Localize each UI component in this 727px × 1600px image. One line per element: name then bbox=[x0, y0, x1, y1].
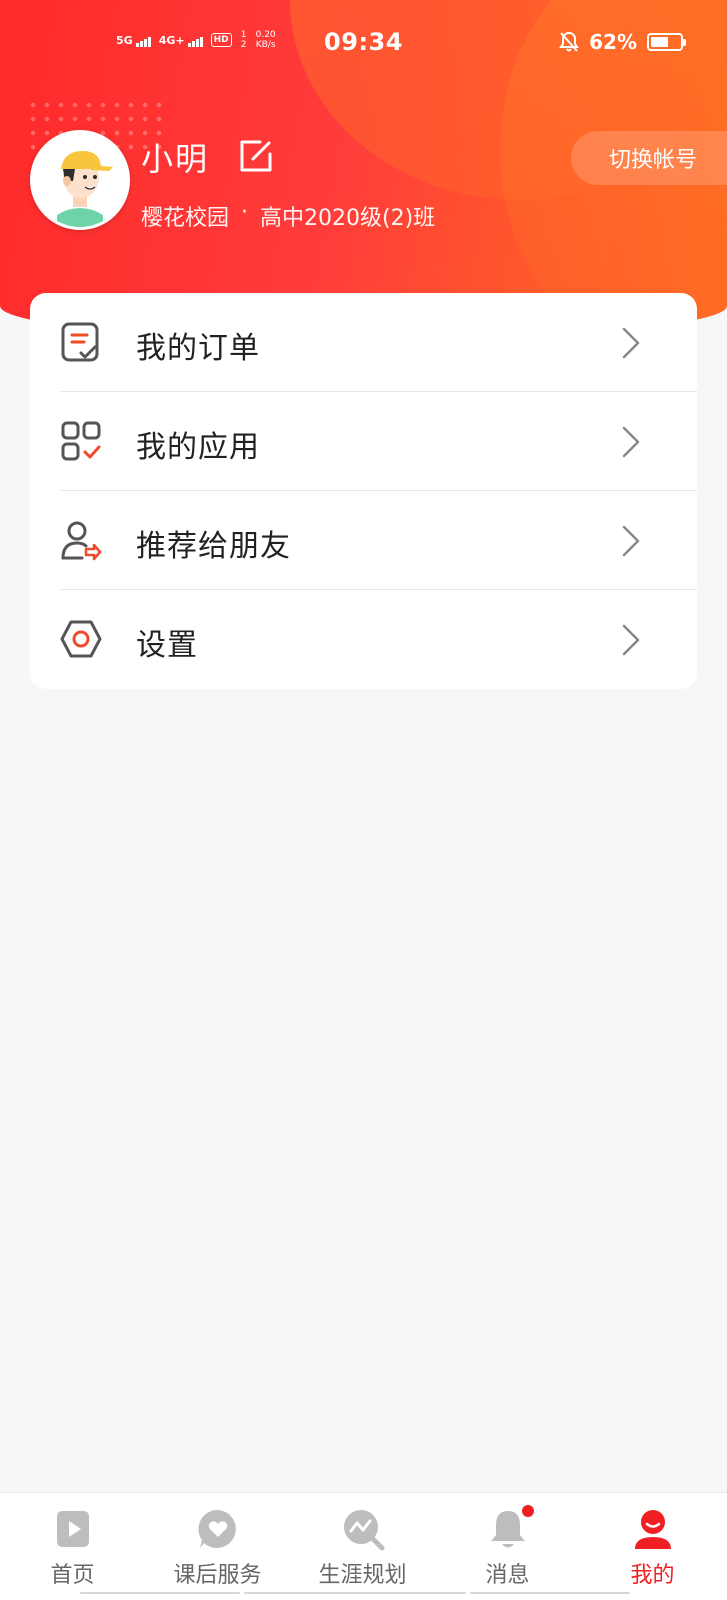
avatar[interactable] bbox=[30, 130, 130, 230]
chevron-right-icon bbox=[622, 426, 640, 458]
chevron-right-icon bbox=[622, 525, 640, 557]
tab-home[interactable]: 首页 bbox=[0, 1493, 145, 1593]
apps-grid-icon bbox=[61, 421, 101, 461]
menu-label: 设置 bbox=[136, 628, 198, 663]
avatar-illustration bbox=[33, 133, 127, 227]
status-right: 62% bbox=[559, 30, 686, 54]
order-list-icon bbox=[61, 322, 99, 362]
school-separator: · bbox=[241, 200, 249, 225]
battery-icon bbox=[647, 33, 686, 51]
menu-item-my-apps[interactable]: 我的应用 bbox=[30, 392, 697, 491]
user-icon bbox=[634, 1510, 671, 1549]
play-home-icon bbox=[56, 1511, 89, 1547]
tab-label: 课后服务 bbox=[173, 1563, 262, 1588]
menu-label: 我的应用 bbox=[136, 430, 260, 465]
switch-account-button[interactable]: 切换帐号 bbox=[571, 131, 727, 185]
battery-level-fill bbox=[651, 37, 669, 47]
menu-item-settings[interactable]: 设置 bbox=[30, 590, 697, 689]
bell-off-icon bbox=[559, 31, 579, 52]
battery-percent: 62% bbox=[589, 30, 637, 54]
tab-after-school-service[interactable]: 课后服务 bbox=[145, 1493, 290, 1593]
status-bar: 5G 4G+ HD 1 2 0.20 KB/s 09:34 62% bbox=[0, 0, 727, 90]
tab-messages[interactable]: 消息 bbox=[435, 1493, 580, 1593]
tab-mine[interactable]: 我的 bbox=[580, 1493, 725, 1593]
tab-label: 首页 bbox=[50, 1563, 95, 1588]
tab-label: 生涯规划 bbox=[318, 1563, 407, 1588]
heart-chat-icon bbox=[197, 1509, 236, 1548]
user-name: 小明 bbox=[141, 140, 210, 178]
menu-item-my-orders[interactable]: 我的订单 bbox=[30, 293, 697, 392]
unread-badge bbox=[519, 1503, 536, 1519]
menu-card: 我的订单 我的应用 推荐给朋友 设置 bbox=[30, 293, 697, 689]
tab-label: 消息 bbox=[485, 1563, 530, 1588]
school-name: 樱花校园 bbox=[141, 206, 230, 231]
tab-label: 我的 bbox=[630, 1563, 675, 1588]
career-search-icon bbox=[343, 1510, 384, 1551]
bottom-tab-bar: 首页 课后服务 生涯规划 消息 我的 bbox=[0, 1492, 727, 1600]
school-info: 樱花校园 · 高中2020级(2)班 bbox=[141, 200, 435, 232]
menu-item-recommend[interactable]: 推荐给朋友 bbox=[30, 491, 697, 590]
tab-career-planning[interactable]: 生涯规划 bbox=[290, 1493, 435, 1593]
menu-label: 推荐给朋友 bbox=[136, 529, 291, 564]
chevron-right-icon bbox=[622, 327, 640, 359]
settings-hexagon-icon bbox=[60, 620, 102, 658]
home-indicator bbox=[80, 1592, 647, 1596]
share-user-icon bbox=[61, 521, 102, 561]
class-name: 高中2020级(2)班 bbox=[260, 206, 436, 231]
chevron-right-icon bbox=[622, 624, 640, 656]
edit-icon[interactable] bbox=[238, 138, 274, 174]
menu-label: 我的订单 bbox=[136, 331, 260, 366]
